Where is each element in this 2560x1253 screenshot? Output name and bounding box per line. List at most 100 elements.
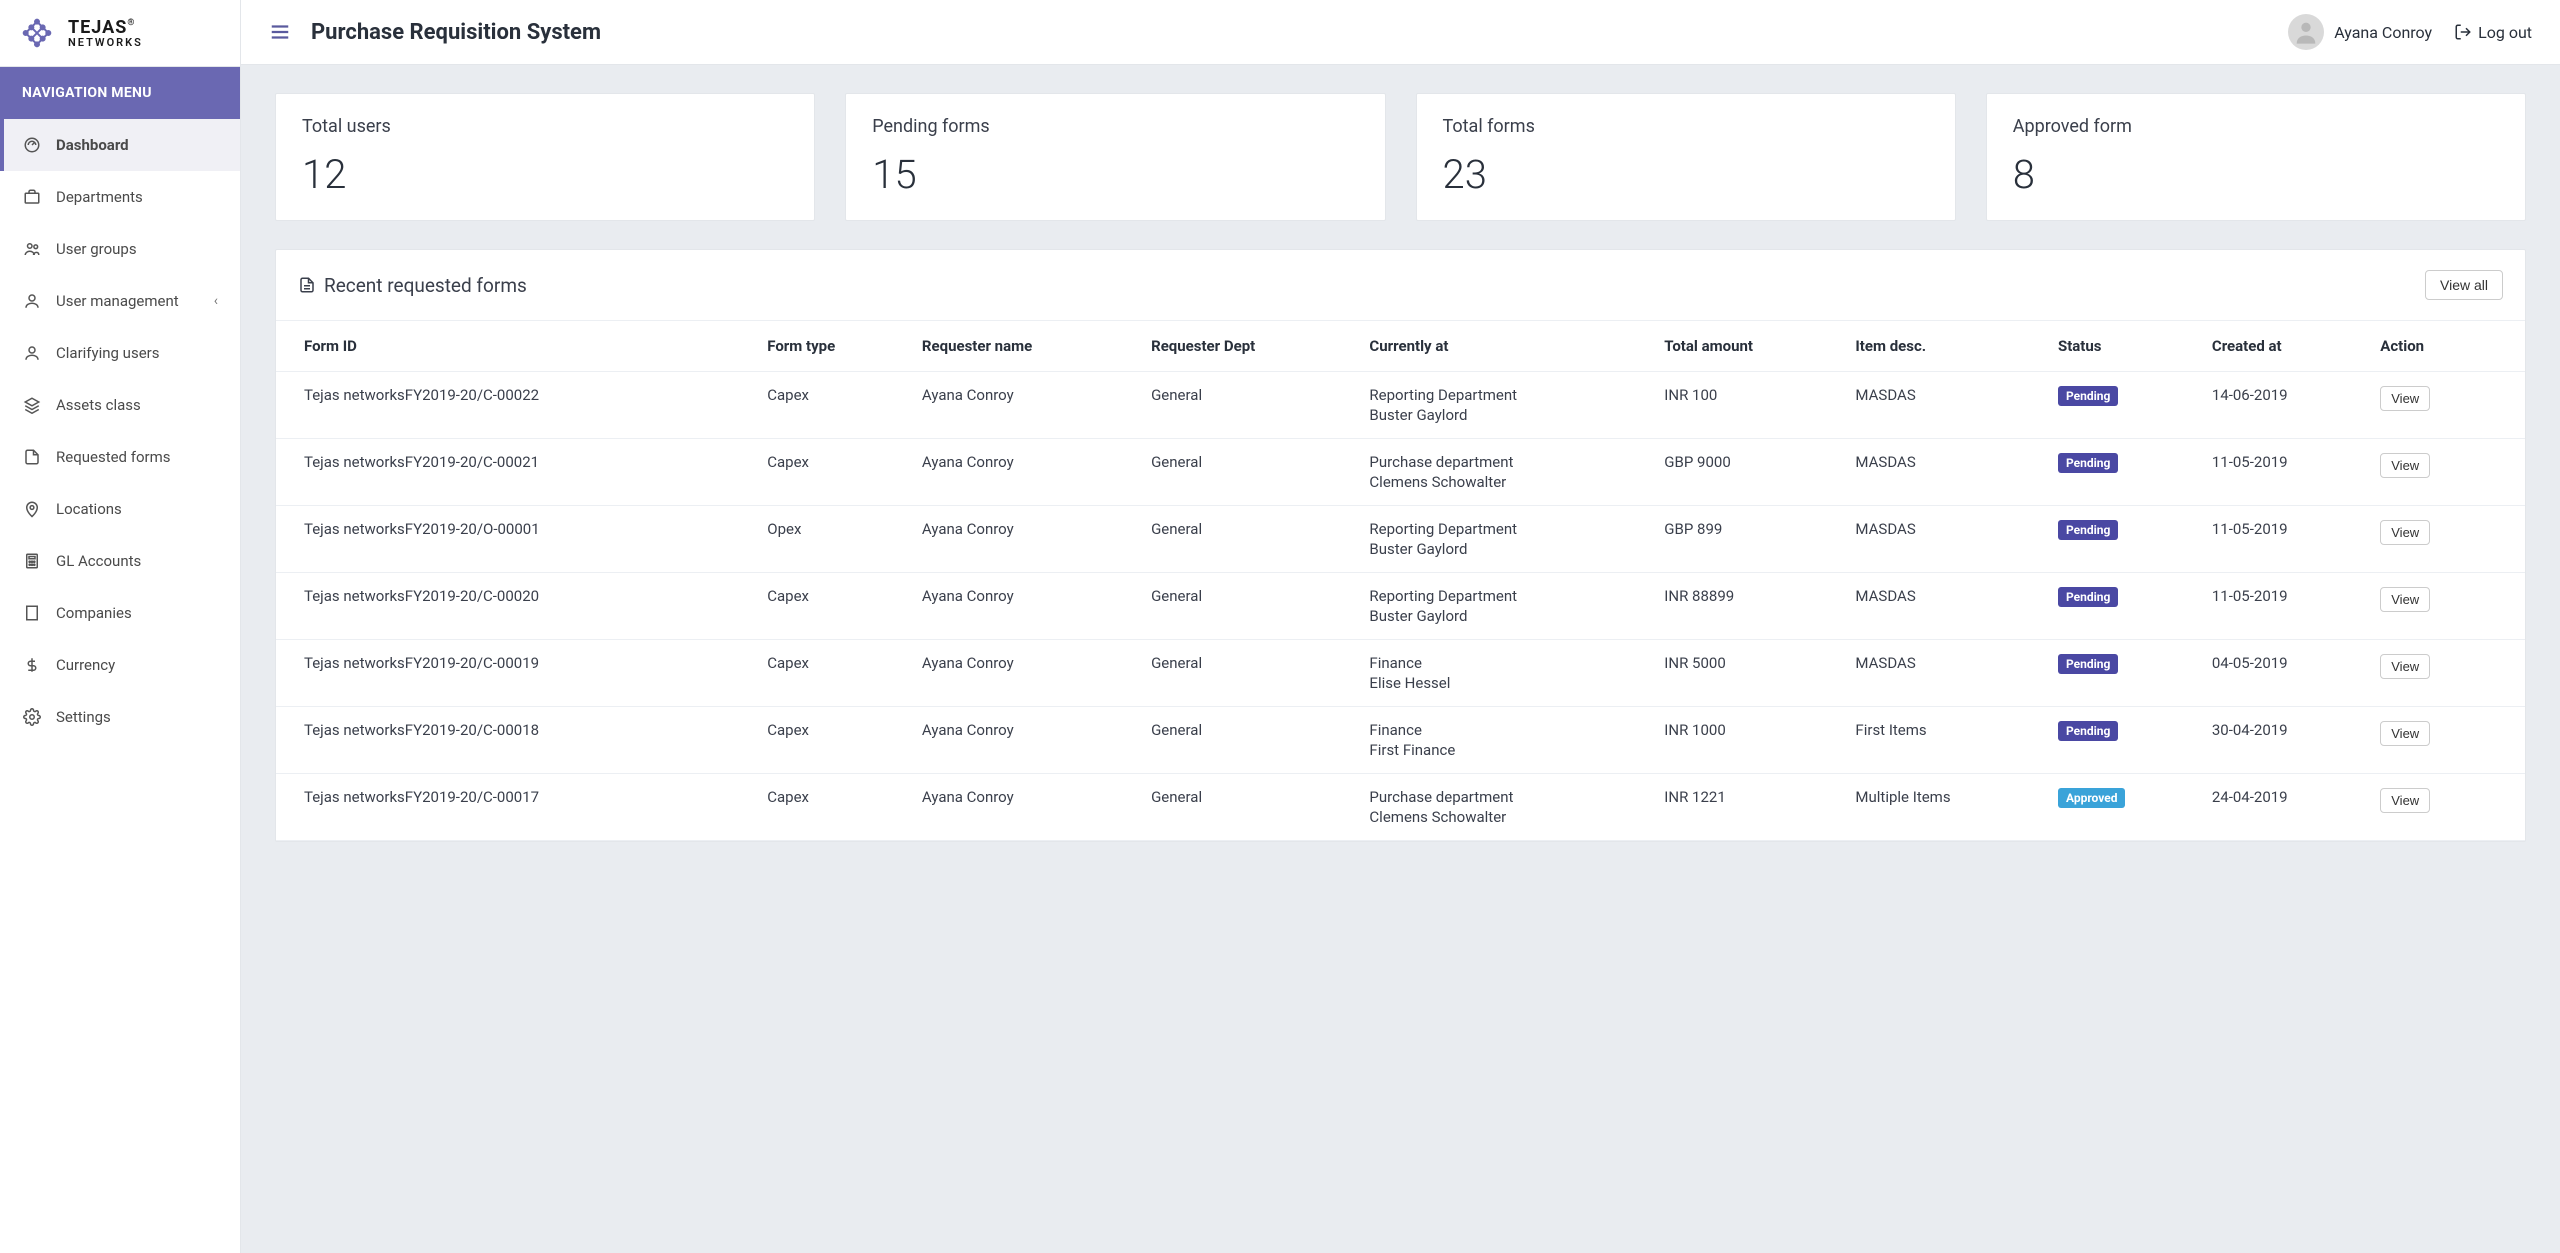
status-badge: Pending (2058, 520, 2118, 540)
view-button[interactable]: View (2380, 654, 2430, 679)
cell-currently-at: Reporting DepartmentBuster Gaylord (1359, 573, 1654, 640)
view-all-button[interactable]: View all (2425, 270, 2503, 300)
cell-currently-at: FinanceElise Hessel (1359, 640, 1654, 707)
table-row: Tejas networksFY2019-20/C-00020 Capex Ay… (276, 573, 2525, 640)
users-icon (22, 239, 42, 259)
cell-status: Pending (2048, 640, 2202, 707)
stat-card-total-forms: Total forms 23 (1416, 93, 1956, 221)
cell-item-desc: MASDAS (1845, 439, 2048, 506)
cell-form-id: Tejas networksFY2019-20/O-00001 (276, 506, 757, 573)
user-chip[interactable]: Ayana Conroy (2288, 14, 2432, 50)
cell-status: Pending (2048, 506, 2202, 573)
logout-button[interactable]: Log out (2454, 23, 2532, 42)
table-row: Tejas networksFY2019-20/C-00017 Capex Ay… (276, 774, 2525, 841)
status-badge: Approved (2058, 788, 2126, 808)
cell-form-id: Tejas networksFY2019-20/C-00020 (276, 573, 757, 640)
table-row: Tejas networksFY2019-20/O-00001 Opex Aya… (276, 506, 2525, 573)
nav-label: Dashboard (56, 136, 129, 154)
table-row: Tejas networksFY2019-20/C-00021 Capex Ay… (276, 439, 2525, 506)
document-icon (298, 276, 316, 294)
cell-item-desc: MASDAS (1845, 640, 2048, 707)
layers-icon (22, 395, 42, 415)
col-form-id: Form ID (276, 321, 757, 372)
username: Ayana Conroy (2334, 23, 2432, 42)
logo-text: TEJAS® NETWORKS (68, 19, 143, 48)
cell-requester-name: Ayana Conroy (912, 439, 1141, 506)
topbar: Purchase Requisition System Ayana Conroy… (241, 0, 2560, 65)
nav-label: Assets class (56, 396, 141, 414)
col-total-amount: Total amount (1654, 321, 1845, 372)
cell-item-desc: Multiple Items (1845, 774, 2048, 841)
table-row: Tejas networksFY2019-20/C-00022 Capex Ay… (276, 372, 2525, 439)
view-button[interactable]: View (2380, 788, 2430, 813)
cell-requester-dept: General (1141, 640, 1359, 707)
cell-requester-name: Ayana Conroy (912, 372, 1141, 439)
view-button[interactable]: View (2380, 721, 2430, 746)
cell-action: View (2370, 439, 2525, 506)
col-currently-at: Currently at (1359, 321, 1654, 372)
chevron-left-icon: ‹ (214, 293, 218, 309)
sidebar-item-dashboard[interactable]: Dashboard (0, 119, 240, 171)
cell-form-id: Tejas networksFY2019-20/C-00017 (276, 774, 757, 841)
status-badge: Pending (2058, 721, 2118, 741)
col-status: Status (2048, 321, 2202, 372)
cell-form-type: Capex (757, 640, 912, 707)
menu-toggle-button[interactable] (269, 21, 291, 43)
cell-created-at: 14-06-2019 (2202, 372, 2370, 439)
cell-form-type: Capex (757, 372, 912, 439)
sidebar-item-currency[interactable]: Currency (0, 639, 240, 691)
nav-label: Companies (56, 604, 132, 622)
nav-label: User groups (56, 240, 137, 258)
view-button[interactable]: View (2380, 520, 2430, 545)
view-button[interactable]: View (2380, 587, 2430, 612)
sidebar-item-settings[interactable]: Settings (0, 691, 240, 743)
nav-header: NAVIGATION MENU (0, 67, 240, 119)
sidebar-item-requested-forms[interactable]: Requested forms (0, 431, 240, 483)
col-form-type: Form type (757, 321, 912, 372)
cell-currently-at: Purchase departmentClemens Schowalter (1359, 439, 1654, 506)
cell-created-at: 24-04-2019 (2202, 774, 2370, 841)
cell-total-amount: GBP 899 (1654, 506, 1845, 573)
cell-item-desc: MASDAS (1845, 372, 2048, 439)
pin-icon (22, 499, 42, 519)
cell-action: View (2370, 640, 2525, 707)
table-row: Tejas networksFY2019-20/C-00019 Capex Ay… (276, 640, 2525, 707)
col-item-desc: Item desc. (1845, 321, 2048, 372)
sidebar-item-locations[interactable]: Locations (0, 483, 240, 535)
panel-header: Recent requested forms View all (276, 250, 2525, 321)
cell-form-type: Capex (757, 439, 912, 506)
view-button[interactable]: View (2380, 386, 2430, 411)
cell-requester-name: Ayana Conroy (912, 707, 1141, 774)
stat-value: 12 (302, 151, 788, 198)
building-icon (22, 603, 42, 623)
sidebar-item-user-groups[interactable]: User groups (0, 223, 240, 275)
logout-label: Log out (2478, 23, 2532, 42)
cell-total-amount: INR 5000 (1654, 640, 1845, 707)
view-button[interactable]: View (2380, 453, 2430, 478)
cell-requester-name: Ayana Conroy (912, 506, 1141, 573)
cell-requester-dept: General (1141, 573, 1359, 640)
sidebar-item-companies[interactable]: Companies (0, 587, 240, 639)
nav-label: Requested forms (56, 448, 170, 466)
sidebar-item-departments[interactable]: Departments (0, 171, 240, 223)
sidebar-item-assets-class[interactable]: Assets class (0, 379, 240, 431)
cell-currently-at: Purchase departmentClemens Schowalter (1359, 774, 1654, 841)
sidebar-item-clarifying-users[interactable]: Clarifying users (0, 327, 240, 379)
col-requester-name: Requester name (912, 321, 1141, 372)
cell-form-type: Capex (757, 707, 912, 774)
stat-value: 8 (2013, 151, 2499, 198)
dashboard-icon (22, 135, 42, 155)
cell-created-at: 30-04-2019 (2202, 707, 2370, 774)
cell-item-desc: MASDAS (1845, 506, 2048, 573)
sidebar-item-gl-accounts[interactable]: GL Accounts (0, 535, 240, 587)
recent-forms-panel: Recent requested forms View all Form ID … (275, 249, 2526, 842)
cell-item-desc: First Items (1845, 707, 2048, 774)
logout-icon (2454, 23, 2472, 41)
col-created-at: Created at (2202, 321, 2370, 372)
nav-label: GL Accounts (56, 552, 141, 570)
cell-form-type: Capex (757, 774, 912, 841)
avatar (2288, 14, 2324, 50)
cell-requester-name: Ayana Conroy (912, 774, 1141, 841)
cell-item-desc: MASDAS (1845, 573, 2048, 640)
sidebar-item-user-management[interactable]: User management ‹ (0, 275, 240, 327)
